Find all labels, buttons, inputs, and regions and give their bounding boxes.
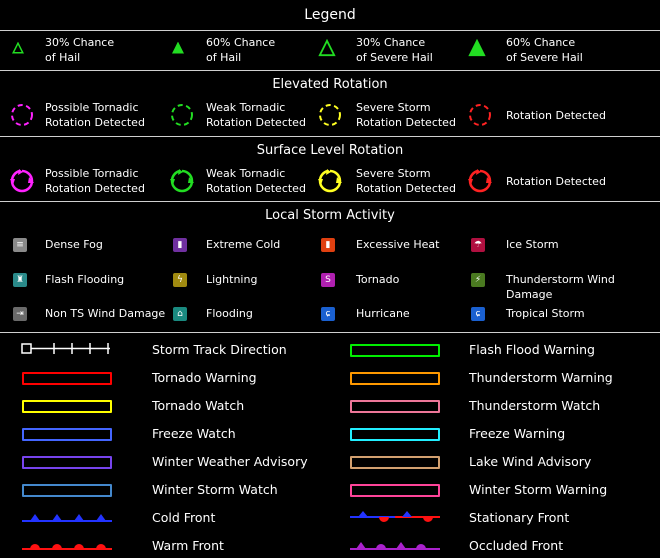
warm-icon bbox=[22, 544, 112, 550]
warning-swatch bbox=[350, 456, 440, 469]
storm-label: Thunderstorm Wind Damage bbox=[506, 272, 615, 301]
warning-label: Thunderstorm Watch bbox=[469, 398, 601, 413]
rotation-label: Rotation Detected bbox=[506, 175, 606, 188]
elevated-rotation-title: Elevated Rotation bbox=[272, 77, 388, 92]
warning-label: Warm Front bbox=[152, 538, 224, 553]
warning-swatch bbox=[22, 456, 112, 469]
storm-label: Lightning bbox=[206, 272, 258, 286]
rotation-arrows-icon bbox=[468, 169, 492, 193]
divider bbox=[0, 136, 660, 137]
flash-flood-icon: ♜ bbox=[13, 272, 27, 287]
wind-icon: ⇥ bbox=[13, 307, 27, 321]
warning-swatch bbox=[350, 372, 440, 385]
rotation-arrows-icon bbox=[10, 169, 34, 193]
warning-swatch bbox=[350, 428, 440, 441]
warning-swatch bbox=[350, 400, 440, 413]
warning-label: Winter Weather Advisory bbox=[152, 454, 308, 469]
divider bbox=[0, 30, 660, 31]
track-icon bbox=[21, 343, 110, 354]
rotation-arrows-icon bbox=[170, 169, 194, 193]
stationary-icon bbox=[350, 511, 440, 522]
warning-label: Lake Wind Advisory bbox=[469, 454, 592, 469]
hail-label: 60% Chance of Severe Hail bbox=[506, 36, 583, 64]
rotation-label: Possible Tornadic Rotation Detected bbox=[45, 167, 145, 195]
storm-label: Dense Fog bbox=[45, 238, 103, 251]
warning-label: Occluded Front bbox=[469, 538, 564, 553]
warning-label: Winter Storm Watch bbox=[152, 482, 278, 497]
warning-label: Tornado Watch bbox=[152, 398, 245, 413]
warning-swatch bbox=[22, 400, 112, 413]
flooding-icon: ⌂ bbox=[173, 307, 187, 321]
hail-label: 30% Chance of Hail bbox=[45, 36, 115, 64]
hollow-triangle-icon bbox=[318, 39, 336, 57]
warning-label: Freeze Watch bbox=[152, 426, 236, 441]
hail-label: 60% Chance of Hail bbox=[206, 36, 276, 64]
warning-swatch bbox=[22, 428, 112, 441]
divider bbox=[0, 70, 660, 71]
dashed-circle-icon bbox=[171, 104, 193, 126]
warning-label: Freeze Warning bbox=[469, 426, 566, 441]
lightning-icon: ϟ bbox=[173, 272, 187, 287]
storm-activity-title: Local Storm Activity bbox=[265, 208, 395, 223]
ice-storm-icon: ☂ bbox=[471, 238, 485, 252]
rotation-label: Rotation Detected bbox=[506, 109, 606, 122]
warning-swatch bbox=[22, 484, 112, 497]
filled-triangle-icon bbox=[468, 39, 486, 57]
rotation-label: Severe Storm Rotation Detected bbox=[356, 167, 456, 195]
rotation-label: Severe Storm Rotation Detected bbox=[356, 101, 456, 129]
storm-label: Hurricane bbox=[356, 307, 410, 320]
cold-icon bbox=[22, 514, 112, 522]
warning-swatch bbox=[350, 484, 440, 497]
thermometer-heat-icon: ▮ bbox=[321, 238, 335, 252]
legend-title: Legend bbox=[304, 7, 356, 23]
rotation-arrows-icon bbox=[318, 169, 342, 193]
warning-label: Thunderstorm Warning bbox=[469, 370, 613, 385]
warning-swatch bbox=[22, 372, 112, 385]
occluded-icon bbox=[350, 542, 440, 550]
tropical-storm-icon: ɕ bbox=[471, 307, 485, 321]
wind-damage-icon: ⚡ bbox=[471, 272, 485, 287]
hurricane-icon: ɕ bbox=[321, 307, 335, 321]
warning-label: Stationary Front bbox=[469, 510, 570, 525]
fog-icon: ≡ bbox=[13, 238, 27, 252]
rotation-label: Possible Tornadic Rotation Detected bbox=[45, 101, 145, 129]
warning-label: Tornado Warning bbox=[152, 370, 257, 385]
dashed-circle-icon bbox=[469, 104, 491, 126]
warning-swatch bbox=[350, 344, 440, 357]
storm-label: Extreme Cold bbox=[206, 238, 281, 251]
rotation-label: Weak Tornadic Rotation Detected bbox=[206, 101, 306, 129]
warning-label: Flash Flood Warning bbox=[469, 342, 595, 357]
filled-triangle-icon bbox=[172, 42, 184, 54]
hollow-triangle-icon bbox=[12, 42, 24, 54]
storm-label: Excessive Heat bbox=[356, 238, 440, 251]
surface-rotation-title: Surface Level Rotation bbox=[256, 143, 404, 158]
divider bbox=[0, 332, 660, 333]
storm-label: Tornado bbox=[356, 272, 400, 286]
dashed-circle-icon bbox=[319, 104, 341, 126]
warning-label: Winter Storm Warning bbox=[469, 482, 608, 497]
hail-label: 30% Chance of Severe Hail bbox=[356, 36, 433, 64]
storm-label: Tropical Storm bbox=[506, 307, 585, 320]
divider bbox=[0, 201, 660, 202]
tornado-icon: S bbox=[321, 272, 335, 287]
thermometer-cold-icon: ▮ bbox=[173, 238, 187, 252]
warning-label: Storm Track Direction bbox=[152, 342, 287, 357]
storm-label: Non TS Wind Damage bbox=[45, 307, 166, 320]
warning-label: Cold Front bbox=[152, 510, 216, 525]
storm-label: Flash Flooding bbox=[45, 272, 125, 286]
dashed-circle-icon bbox=[11, 104, 33, 126]
rotation-label: Weak Tornadic Rotation Detected bbox=[206, 167, 306, 195]
storm-label: Flooding bbox=[206, 307, 253, 320]
storm-label: Ice Storm bbox=[506, 238, 559, 251]
